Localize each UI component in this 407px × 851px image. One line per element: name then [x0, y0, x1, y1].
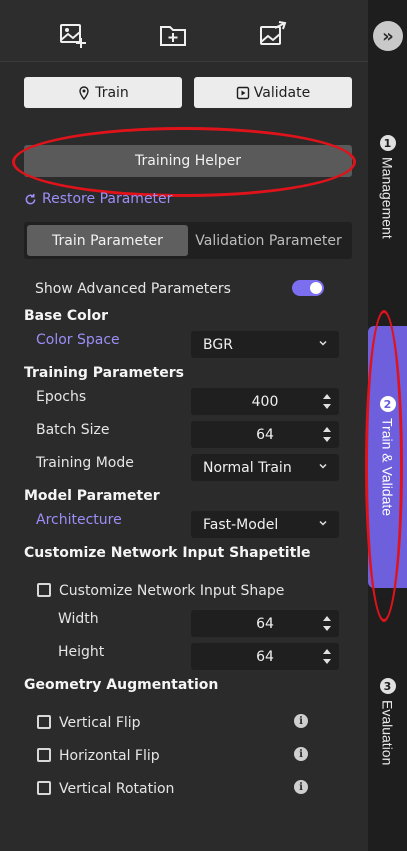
epochs-value: 400 [251, 393, 279, 410]
rail-step-number: 3 [379, 678, 396, 694]
top-toolbar [0, 0, 368, 62]
rail-label: Evaluation [379, 700, 396, 766]
refresh-icon [25, 193, 36, 204]
add-folder-icon[interactable] [158, 20, 188, 50]
chevron-down-icon [319, 340, 327, 346]
export-image-icon[interactable] [258, 20, 288, 50]
customize-input-checkbox[interactable] [37, 583, 51, 597]
color-space-select[interactable]: BGR [191, 331, 339, 358]
vertical-flip-checkbox[interactable] [37, 715, 51, 729]
stepper-arrows-icon[interactable] [322, 647, 332, 666]
info-icon[interactable]: i [294, 747, 308, 761]
rail-label: Management [379, 157, 396, 239]
training-mode-select[interactable]: Normal Train [191, 454, 339, 481]
double-chevron-right-icon[interactable]: » [373, 21, 403, 51]
batch-size-stepper[interactable]: 64 [191, 421, 339, 448]
vertical-flip-label: Vertical Flip [59, 715, 141, 731]
restore-parameter-label: Restore Parameter [42, 191, 173, 207]
info-icon[interactable]: i [294, 780, 308, 794]
tab-train-parameter[interactable]: Train Parameter [27, 225, 188, 256]
section-geometry-augmentation: Geometry Augmentation [24, 677, 219, 693]
training-mode-value: Normal Train [203, 459, 292, 476]
pin-icon [79, 85, 89, 100]
epochs-label: Epochs [36, 389, 87, 405]
width-value: 64 [256, 615, 274, 632]
width-label: Width [58, 611, 99, 627]
horizontal-flip-label: Horizontal Flip [59, 748, 160, 764]
show-advanced-toggle[interactable] [292, 280, 324, 296]
info-icon[interactable]: i [294, 714, 308, 728]
epochs-stepper[interactable]: 400 [191, 388, 339, 415]
rail-step-number: 2 [379, 396, 396, 412]
train-button-label: Train [95, 84, 129, 101]
vertical-rotation-checkbox[interactable] [37, 781, 51, 795]
section-model-parameter: Model Parameter [24, 488, 160, 504]
validate-button[interactable]: Validate [194, 77, 352, 108]
stepper-arrows-icon[interactable] [322, 614, 332, 633]
restore-parameter-link[interactable]: Restore Parameter [24, 191, 172, 207]
show-advanced-label: Show Advanced Parameters [35, 281, 231, 297]
chevron-down-icon [319, 520, 327, 526]
customize-input-label: Customize Network Input Shape [59, 583, 285, 599]
height-stepper[interactable]: 64 [191, 643, 339, 670]
training-mode-label: Training Mode [36, 455, 134, 471]
stepper-arrows-icon[interactable] [322, 392, 332, 411]
play-box-icon [236, 86, 249, 99]
color-space-label: Color Space [36, 332, 120, 348]
architecture-select[interactable]: Fast-Model [191, 511, 339, 538]
validate-button-label: Validate [253, 84, 311, 101]
rail-tab-evaluation[interactable]: 3 Evaluation [368, 678, 407, 788]
section-network-input: Customize Network Input Shapetitle [24, 545, 311, 561]
stepper-arrows-icon[interactable] [322, 425, 332, 444]
training-helper-button[interactable]: Training Helper [24, 145, 352, 177]
architecture-value: Fast-Model [203, 516, 279, 533]
height-label: Height [58, 644, 105, 660]
batch-size-value: 64 [256, 426, 274, 443]
chevron-down-icon [319, 463, 327, 469]
architecture-label: Architecture [36, 512, 122, 528]
section-base-color: Base Color [24, 308, 109, 324]
vertical-rotation-label: Vertical Rotation [59, 781, 175, 797]
parameter-tabs: Train Parameter Validation Parameter [24, 222, 352, 259]
tab-validation-parameter[interactable]: Validation Parameter [188, 225, 349, 256]
color-space-value: BGR [203, 336, 233, 353]
rail-tab-train-validate[interactable]: 2 Train & Validate [368, 326, 407, 588]
toggle-knob [310, 282, 322, 294]
height-value: 64 [256, 648, 274, 665]
batch-size-label: Batch Size [36, 422, 110, 438]
section-training-parameters: Training Parameters [24, 365, 184, 381]
train-button[interactable]: Train [24, 77, 182, 108]
rail-step-number: 1 [379, 135, 396, 151]
rail-tab-management[interactable]: 1 Management [368, 135, 407, 265]
width-stepper[interactable]: 64 [191, 610, 339, 637]
add-image-icon[interactable] [58, 20, 88, 50]
rail-label: Train & Validate [379, 418, 396, 517]
horizontal-flip-checkbox[interactable] [37, 748, 51, 762]
